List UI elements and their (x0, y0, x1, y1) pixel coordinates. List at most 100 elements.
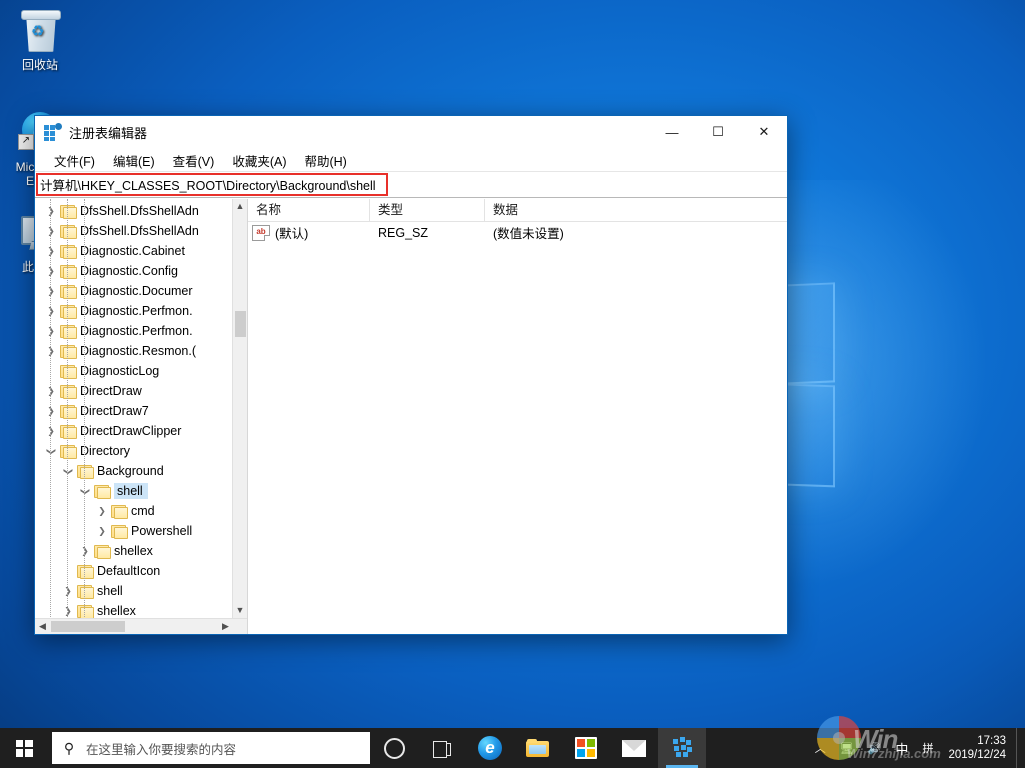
folder-icon (110, 504, 128, 519)
taskbar-button-microsoft-store[interactable] (562, 728, 610, 768)
scroll-left-icon[interactable]: ◀ (35, 619, 50, 634)
registry-path-bar[interactable]: 计算机\HKEY_CLASSES_ROOT\Directory\Backgrou… (35, 171, 787, 198)
search-icon: ⚲ (63, 739, 75, 756)
tree-node[interactable]: ❯ Powershell (35, 521, 233, 541)
minimize-button[interactable]: — (649, 116, 695, 148)
tree-node[interactable]: ❯ shell (35, 481, 233, 501)
menu-item-view[interactable]: 查看(V) (164, 149, 224, 172)
menu-item-file[interactable]: 文件(F) (45, 149, 104, 172)
registry-path-value: 计算机\HKEY_CLASSES_ROOT\Directory\Backgrou… (40, 179, 376, 193)
tray-overflow-icon[interactable]: ︿ (808, 728, 833, 768)
desktop-icon-recycle-bin[interactable]: ♻ 回收站 (2, 6, 78, 72)
ime-mode-icon[interactable]: 中 (888, 728, 915, 768)
maximize-button[interactable]: ☐ (695, 116, 741, 148)
tree-node-label: Diagnostic.Documer (80, 284, 193, 298)
tree-node[interactable]: ❯ Diagnostic.Perfmon. (35, 301, 233, 321)
menu-item-favorites[interactable]: 收藏夹(A) (223, 149, 295, 172)
taskbar-button-mail[interactable] (610, 728, 658, 768)
value-data: (数值未设置) (493, 227, 564, 241)
tree-node-label: Background (97, 464, 164, 478)
start-button[interactable] (0, 728, 48, 768)
tree-node[interactable]: ❯ Diagnostic.Resmon.( (35, 341, 233, 361)
desktop: ♻ 回收站 e ↗ Microsoft Edge 此电脑 (0, 0, 1025, 768)
tree-node[interactable]: ❯ Diagnostic.Perfmon. (35, 321, 233, 341)
tree-node[interactable]: ❯ Diagnostic.Documer (35, 281, 233, 301)
window-menubar: 文件(F) 编辑(E) 查看(V) 收藏夹(A) 帮助(H) (35, 149, 787, 171)
tree-node-label: Powershell (131, 524, 193, 538)
tree-hscrollbar-thumb[interactable] (51, 621, 125, 632)
tree-node[interactable]: ❯ shell (35, 581, 233, 601)
value-list-header: 名称 类型 数据 (248, 199, 787, 222)
tree-node-label: cmd (131, 504, 155, 518)
column-header-type[interactable]: 类型 (370, 199, 485, 221)
tree-vertical-scrollbar[interactable]: ▲ ▼ (232, 199, 247, 618)
clock[interactable]: 17:33 2019/12/24 (940, 728, 1014, 768)
tree-node[interactable]: ❯ Diagnostic.Config (35, 261, 233, 281)
recycle-bin-icon: ♻ (16, 6, 64, 54)
menu-item-edit[interactable]: 编辑(E) (104, 149, 164, 172)
window-titlebar[interactable]: 注册表编辑器 — ☐ ✕ (35, 116, 787, 149)
registry-tree-list: ❯ DfsShell.DfsShellAdn ❯ DfsShell.DfsShellA… (35, 199, 233, 618)
tree-node[interactable]: ❯ Background (35, 461, 233, 481)
folder-icon (110, 524, 128, 539)
column-header-data[interactable]: 数据 (485, 199, 787, 221)
tree-node[interactable]: ❯ DirectDrawClipper (35, 421, 233, 441)
tree-node-label: Diagnostic.Resmon.( (80, 344, 197, 358)
tree-node[interactable]: ❯ shellex (35, 541, 233, 561)
tree-node-label: DirectDrawClipper (80, 424, 182, 438)
volume-icon[interactable]: 🔊 (861, 728, 889, 768)
taskbar-button-cortana[interactable] (370, 728, 418, 768)
tree-node[interactable]: DefaultIcon (35, 561, 233, 581)
tree-node[interactable]: ❯ DfsShell.DfsShellAdn (35, 221, 233, 241)
close-button[interactable]: ✕ (741, 116, 787, 148)
tree-node[interactable]: DiagnosticLog (35, 361, 233, 381)
taskbar: ⚲ 在这里输入你要搜索的内容 e ︿ 🖥 🔊 中 拼 17:33 2019/12… (0, 716, 1025, 768)
registry-editor-window: 注册表编辑器 — ☐ ✕ 文件(F) 编辑(E) 查看(V) 收藏夹(A) 帮助… (34, 115, 788, 635)
tree-node-label: Directory (80, 444, 131, 458)
network-icon[interactable]: 🖥 (833, 728, 861, 768)
tree-node-label: Diagnostic.Config (80, 264, 178, 278)
taskbar-button-file-explorer[interactable] (514, 728, 562, 768)
tree-node-label: DirectDraw7 (80, 404, 149, 418)
tree-node[interactable]: ❯ Directory (35, 441, 233, 461)
tree-node-label: shell (114, 483, 148, 499)
ime-pinyin-icon[interactable]: 拼 (915, 728, 940, 768)
tree-node-label: Diagnostic.Cabinet (80, 244, 185, 258)
search-input[interactable]: 在这里输入你要搜索的内容 (86, 739, 236, 758)
scroll-down-icon[interactable]: ▼ (233, 603, 247, 618)
registry-editor-icon (671, 737, 693, 759)
registry-editor-icon (44, 122, 62, 141)
task-view-icon (433, 740, 451, 758)
tree-node[interactable]: ❯ shellex (35, 601, 233, 618)
clock-time: 17:33 (977, 735, 1006, 747)
chevron-right-icon[interactable]: ❯ (94, 526, 110, 537)
registry-tree-scroll: ❯ DfsShell.DfsShellAdn ❯ DfsShell.DfsShellA… (35, 199, 247, 618)
taskbar-button-task-view[interactable] (418, 728, 466, 768)
tree-node[interactable]: ❯ DirectDraw (35, 381, 233, 401)
windows-logo-icon (15, 739, 33, 757)
tree-guide-line (84, 199, 86, 618)
taskbar-button-edge[interactable]: e (466, 728, 514, 768)
taskbar-search-box[interactable]: ⚲ 在这里输入你要搜索的内容 (52, 732, 370, 764)
system-tray: ︿ 🖥 🔊 中 拼 17:33 2019/12/24 (808, 728, 1025, 768)
show-desktop-button[interactable] (1016, 728, 1025, 768)
scroll-right-icon[interactable]: ▶ (218, 619, 233, 634)
tree-node[interactable]: ❯ DirectDraw7 (35, 401, 233, 421)
value-name: (默认) (275, 227, 309, 241)
taskbar-button-registry-editor[interactable] (658, 728, 706, 768)
tree-node[interactable]: ❯ Diagnostic.Cabinet (35, 241, 233, 261)
column-header-name[interactable]: 名称 (248, 199, 370, 221)
tree-node[interactable]: ❯ cmd (35, 501, 233, 521)
value-row[interactable]: ab (默认) REG_SZ (数值未设置) (248, 222, 787, 243)
edge-icon: e (478, 736, 502, 760)
menu-item-help[interactable]: 帮助(H) (295, 149, 355, 172)
tree-horizontal-scrollbar[interactable]: ◀ ▶ (35, 618, 247, 634)
tree-node-label: DfsShell.DfsShellAdn (80, 204, 199, 218)
tree-node[interactable]: ❯ DfsShell.DfsShellAdn (35, 201, 233, 221)
scroll-up-icon[interactable]: ▲ (233, 199, 247, 214)
string-value-icon: ab (252, 224, 270, 241)
store-icon (575, 737, 597, 759)
chevron-right-icon[interactable]: ❯ (94, 506, 110, 517)
tree-scrollbar-thumb[interactable] (235, 311, 246, 337)
window-title: 注册表编辑器 (69, 126, 148, 141)
